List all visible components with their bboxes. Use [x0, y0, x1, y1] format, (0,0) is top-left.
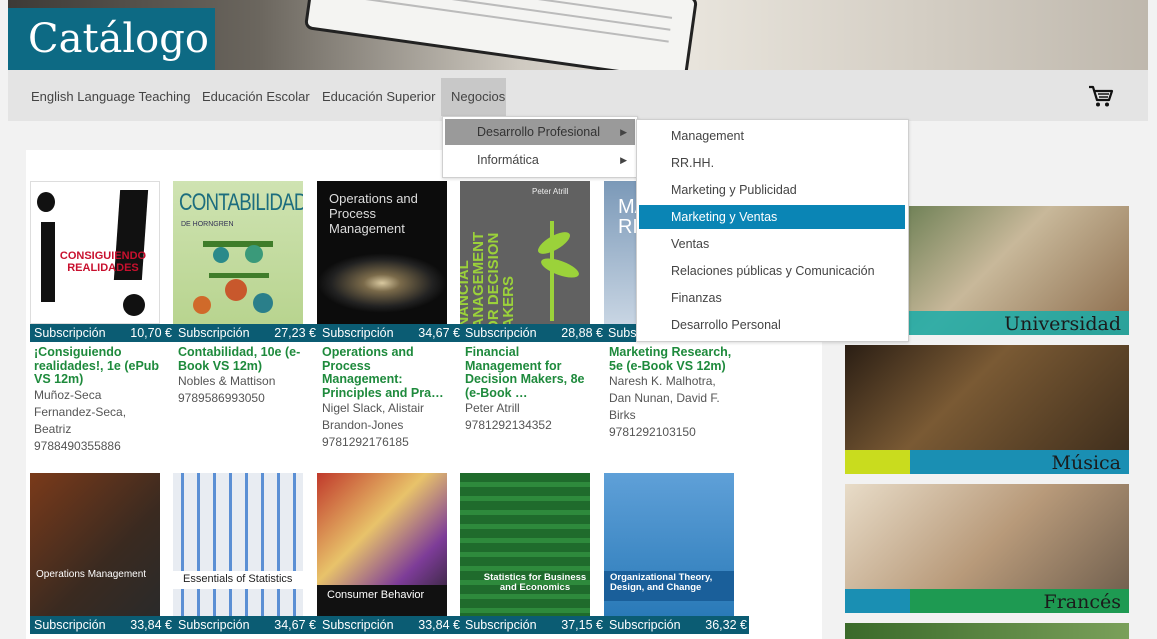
banner-tablet-image [303, 0, 699, 70]
book-card[interactable]: FINANCIAL MANAGEMENT FOR DECISION MAKERS… [460, 181, 590, 324]
book-cover[interactable]: CONSIGUIENDO REALIDADES [30, 181, 160, 324]
submenu-negocios: Desarrollo Profesional ▶ Informática ▶ [442, 116, 638, 178]
book-card[interactable]: Essentials of Statistics [173, 473, 303, 616]
arrow-right-icon: ▶ [620, 155, 627, 165]
submenu-item-informatica[interactable]: Informática ▶ [445, 147, 635, 173]
book-title[interactable]: Marketing Research, 5e (e-Book VS 12m) [609, 345, 739, 373]
book-cover[interactable]: FINANCIAL MANAGEMENT FOR DECISION MAKERS… [460, 181, 590, 324]
book-cover[interactable]: Statistics for Business and Economics [460, 473, 590, 616]
submenu-item-ventas[interactable]: Ventas [639, 232, 905, 256]
submenu-item-marketing-publicidad[interactable]: Marketing y Publicidad [639, 178, 905, 202]
book-cover[interactable]: Operations and Process Management [317, 181, 447, 324]
book-card[interactable]: CONSIGUIENDO REALIDADES [30, 181, 160, 324]
book-card[interactable]: Statistics for Business and Economics [460, 473, 590, 616]
book-card[interactable]: Operations Management [30, 473, 160, 616]
book-cover[interactable]: Consumer Behavior [317, 473, 447, 616]
book-isbn: 9781292176185 [322, 435, 409, 449]
price-bar[interactable]: Subscripción 37,15 € [461, 616, 605, 634]
nav-item-educacion-superior[interactable]: Educación Superior [314, 78, 443, 116]
submenu-item-management[interactable]: Management [639, 124, 905, 148]
price-bar[interactable]: Subscripción 10,70 € [30, 324, 174, 342]
book-title[interactable]: Financial Management for Decision Makers… [465, 345, 595, 400]
book-cover[interactable]: Organizational Theory, Design, and Chang… [604, 473, 734, 616]
submenu-item-desarrollo-personal[interactable]: Desarrollo Personal [639, 313, 905, 337]
submenu-item-relaciones-publicas[interactable]: Relaciones públicas y Comunicación [639, 259, 905, 283]
cart-icon[interactable] [1088, 84, 1114, 108]
price-bar[interactable]: Subscripción 36,32 € [605, 616, 749, 634]
arrow-right-icon: ▶ [620, 127, 627, 137]
submenu-item-marketing-ventas[interactable]: Marketing y Ventas [639, 205, 905, 229]
book-title[interactable]: Operations and Process Management: Princ… [322, 345, 452, 400]
nav-item-english-language-teaching[interactable]: English Language Teaching [23, 78, 199, 116]
book-card[interactable]: Operations and Process Management [317, 181, 447, 324]
book-card[interactable]: MA RE [604, 181, 638, 324]
price-bar[interactable]: Subs [604, 324, 638, 342]
book-isbn: 9788490355886 [34, 438, 121, 453]
nav-item-educacion-escolar[interactable]: Educación Escolar [194, 78, 318, 116]
nav-item-negocios[interactable]: Negocios [441, 78, 506, 116]
price-bar[interactable]: Subscripción 34,67 € [174, 616, 318, 634]
book-card[interactable]: Consumer Behavior [317, 473, 447, 616]
banner-musica[interactable]: Música [845, 345, 1129, 474]
price-bar[interactable]: Subscripción 33,84 € [318, 616, 462, 634]
book-card[interactable]: Organizational Theory, Design, and Chang… [604, 473, 734, 616]
book-authors: Nobles & Mattison [178, 374, 276, 388]
book-authors: Naresh K. Malhotra, Dan Nunan, David F. … [609, 374, 720, 422]
price-bar[interactable]: Subscripción 27,23 € [174, 324, 318, 342]
book-isbn: 9789586993050 [178, 391, 265, 405]
price-bar[interactable]: Subscripción 34,67 € [318, 324, 462, 342]
submenu-item-rrhh[interactable]: RR.HH. [639, 151, 905, 175]
book-authors: Peter Atrill [465, 401, 520, 415]
book-cover[interactable]: Operations Management [30, 473, 160, 616]
submenu-item-desarrollo-profesional[interactable]: Desarrollo Profesional ▶ [445, 119, 635, 145]
book-cover[interactable]: Essentials of Statistics [173, 473, 303, 616]
book-cover[interactable]: CONTABILIDAD DE HORNGREN [173, 181, 303, 324]
book-isbn: 9781292134352 [465, 418, 552, 432]
banner-frances[interactable]: Francés [845, 484, 1129, 613]
price-bar[interactable]: Subscripción 33,84 € [30, 616, 174, 634]
book-isbn: 9781292103150 [609, 425, 696, 439]
submenu-desarrollo-profesional: Management RR.HH. Marketing y Publicidad… [636, 119, 909, 342]
price-bar[interactable]: Subscripción 28,88 € [461, 324, 605, 342]
book-authors: Muñoz-Seca Fernandez-Seca, Beatriz [34, 387, 127, 436]
book-card[interactable]: CONTABILIDAD DE HORNGREN [173, 181, 303, 324]
submenu-item-finanzas[interactable]: Finanzas [639, 286, 905, 310]
book-title[interactable]: ¡Consiguiendo realidades!, 1e (ePub VS 1… [34, 345, 164, 387]
site-logo[interactable]: Catálogo [8, 8, 215, 70]
book-cover[interactable]: MA RE [604, 181, 638, 324]
banner-next[interactable] [845, 623, 1129, 639]
book-authors: Nigel Slack, Alistair Brandon-Jones [322, 401, 425, 432]
main-nav: English Language Teaching Educación Esco… [8, 70, 1148, 121]
book-title[interactable]: Contabilidad, 10e (e-Book VS 12m) [178, 345, 308, 373]
